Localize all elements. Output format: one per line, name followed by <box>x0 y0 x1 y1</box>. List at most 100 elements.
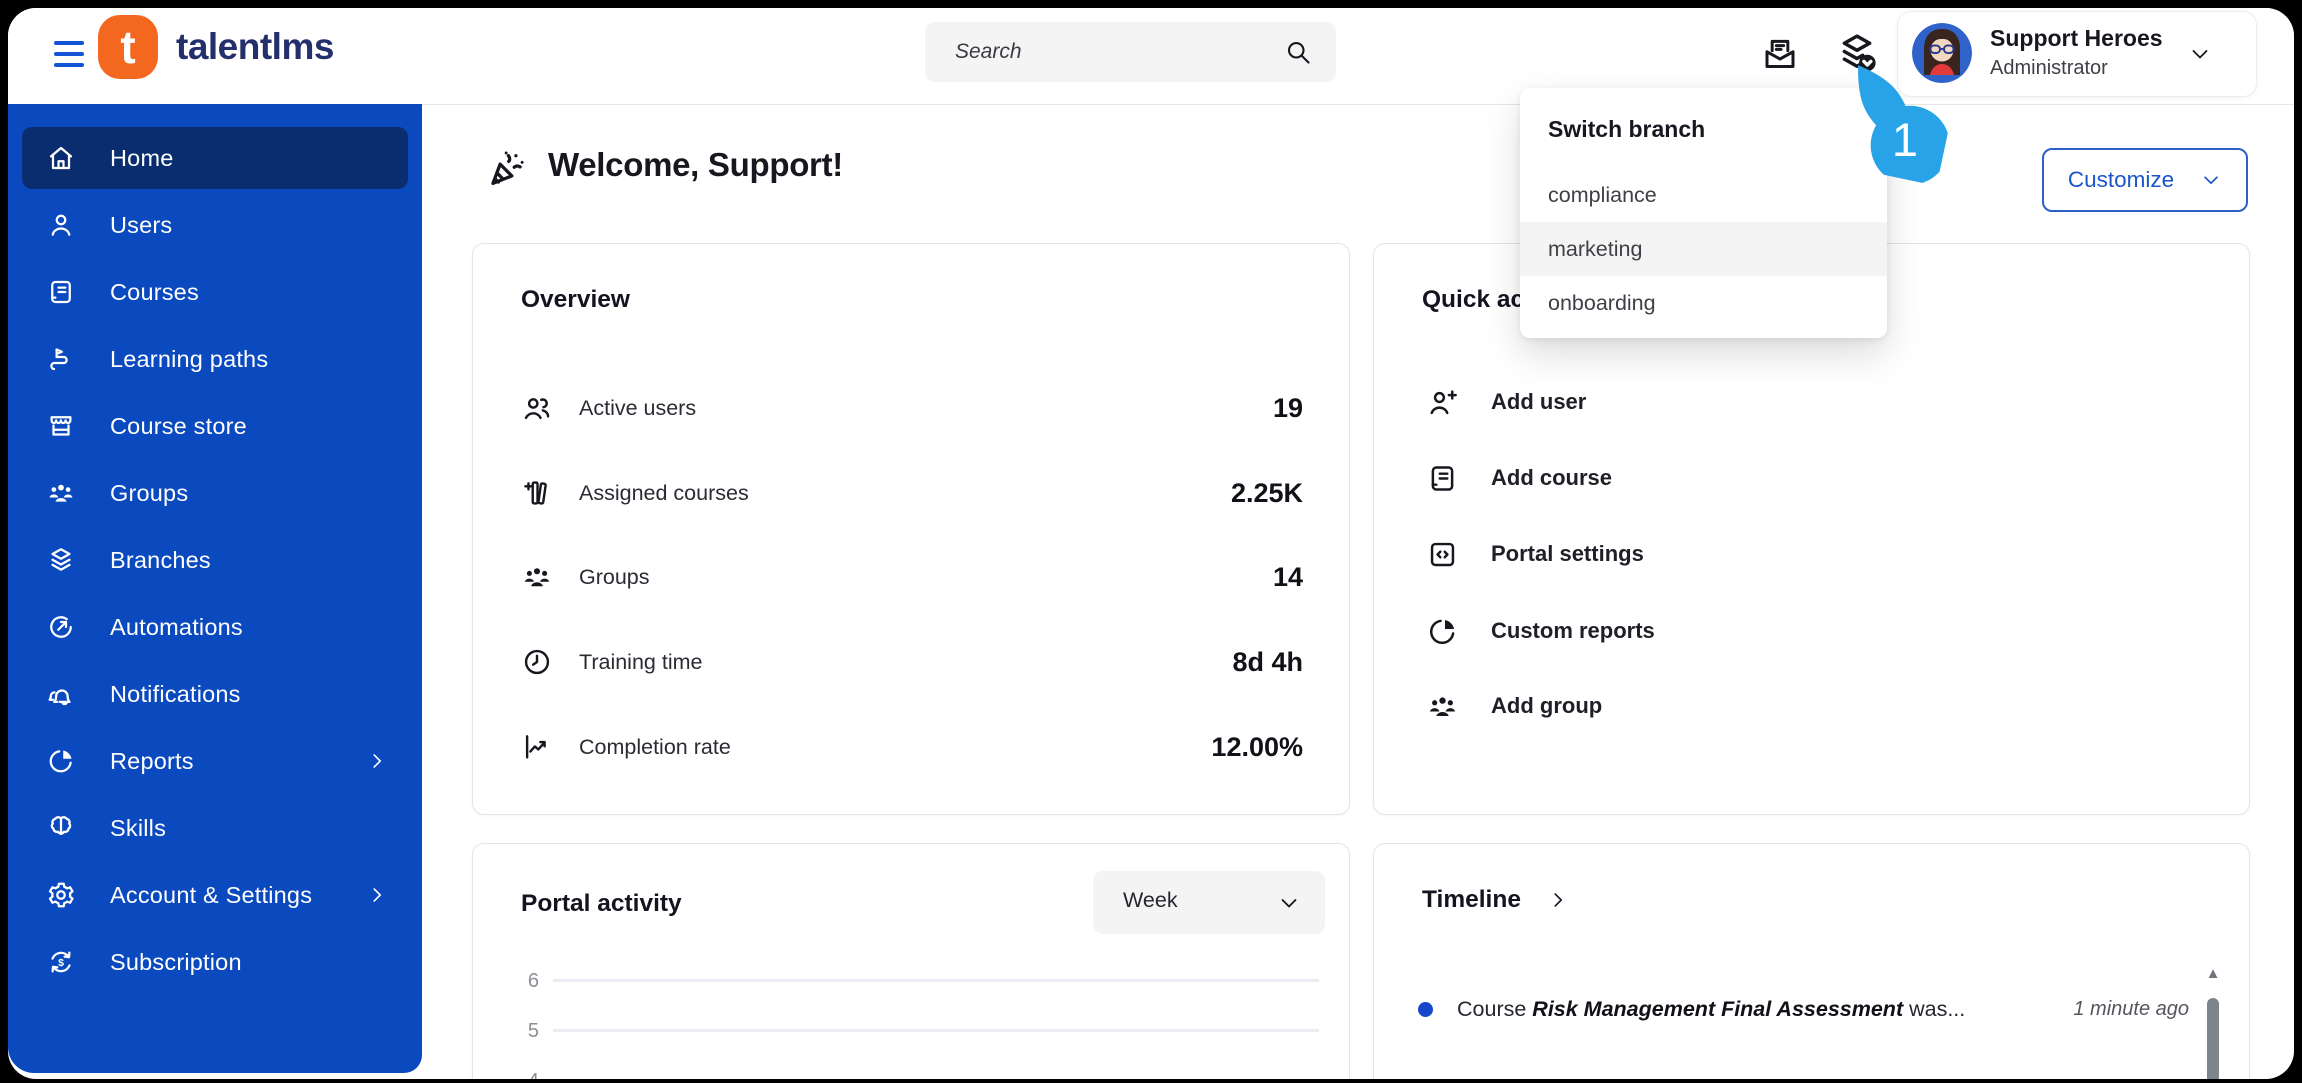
gridline <box>553 979 1319 982</box>
skills-icon <box>46 813 76 843</box>
sidebar-item-learning-paths[interactable]: Learning paths <box>22 328 408 390</box>
overview-card: Overview Active users 19 Assigned courses 2… <box>472 243 1350 815</box>
sidebar-item-notifications[interactable]: Notifications <box>22 663 408 725</box>
chevron-down-icon <box>2188 42 2212 66</box>
quick-action-label: Portal settings <box>1491 541 1644 566</box>
page-title: Welcome, Support! <box>548 146 843 183</box>
timeline-entry: Course Risk Management Final Assessment … <box>1418 989 2189 1029</box>
chevron-down-icon <box>1277 891 1301 915</box>
timeline-entry-text: Course Risk Management Final Assessment … <box>1457 997 1965 1022</box>
sidebar-item-reports[interactable]: Reports <box>22 730 408 792</box>
users-icon <box>46 210 76 240</box>
overview-row-training-time: Training time 8d 4h <box>521 642 1303 682</box>
avatar <box>1912 23 1972 83</box>
sidebar-item-label: Users <box>110 211 173 238</box>
activity-range-select[interactable]: Week <box>1093 871 1325 934</box>
learning-paths-icon <box>46 344 76 374</box>
overview-value: 12.00% <box>1211 731 1303 762</box>
chevron-right-icon[interactable] <box>1547 889 1569 911</box>
timeline-text-suffix: was... <box>1903 996 1966 1021</box>
course-store-icon <box>46 411 76 441</box>
chart-gridline-row: 5 <box>513 1018 1319 1044</box>
sidebar-nav: Home Users Courses Learning paths Course sto… <box>8 104 422 1073</box>
chart-y-tick: 4 <box>513 1068 539 1079</box>
overview-label: Active users <box>579 395 697 420</box>
annotation-step-number: 1 <box>1891 112 1919 166</box>
quick-action-add-user[interactable]: Add user <box>1426 382 1586 422</box>
quick-action-portal-settings[interactable]: Portal settings <box>1426 534 1644 574</box>
branch-menu-item-onboarding[interactable]: onboarding <box>1520 276 1887 330</box>
switch-branch-menu-title: Switch branch <box>1548 116 1706 142</box>
notifications-icon <box>46 679 76 709</box>
logo-text: talentlms <box>176 26 334 67</box>
sidebar-item-automations[interactable]: Automations <box>22 596 408 658</box>
logo-badge-icon: t <box>98 15 158 79</box>
sidebar-item-groups[interactable]: Groups <box>22 462 408 524</box>
profile-menu[interactable]: Support Heroes Administrator <box>1897 11 2257 97</box>
switch-branch-icon[interactable] <box>1834 30 1880 76</box>
settings-icon <box>46 880 76 910</box>
sidebar-item-account-settings[interactable]: Account & Settings <box>22 864 408 926</box>
top-bar: t talentlms Support Heroes Administrator <box>8 8 2294 105</box>
timeline-text-prefix: Course <box>1457 996 1533 1021</box>
sidebar-item-subscription[interactable]: $ Subscription <box>22 931 408 993</box>
quick-action-custom-reports[interactable]: Custom reports <box>1426 611 1655 651</box>
pie-icon <box>1426 615 1459 648</box>
portal-activity-title: Portal activity <box>521 890 682 917</box>
timeline-course-name: Risk Management Final Assessment <box>1532 996 1904 1021</box>
group-icon <box>1426 690 1459 723</box>
chevron-right-icon <box>366 884 388 906</box>
overview-label: Training time <box>579 649 703 674</box>
search-box <box>925 22 1336 82</box>
overview-row-groups: Groups 14 <box>521 557 1303 597</box>
sidebar-item-label: Branches <box>110 546 211 573</box>
clock-icon <box>521 646 553 678</box>
quick-action-label: Custom reports <box>1491 618 1655 643</box>
portal-activity-card: Portal activity Week 6 5 4 <box>472 843 1350 1079</box>
search-input[interactable] <box>925 22 1295 82</box>
timeline-card: Timeline Course Risk Management Final As… <box>1373 843 2250 1079</box>
chart-y-tick: 5 <box>527 1020 539 1042</box>
search-icon[interactable] <box>1284 38 1312 66</box>
chart-gridline-row: 6 <box>513 968 1319 994</box>
reports-icon <box>46 746 76 776</box>
quick-action-label: Add group <box>1491 693 1603 718</box>
sidebar-item-home[interactable]: Home <box>22 127 408 189</box>
quick-action-add-group[interactable]: Add group <box>1426 686 1602 726</box>
overview-row-active-users: Active users 19 <box>521 388 1303 428</box>
sidebar-item-label: Courses <box>110 278 199 305</box>
user-plus-icon <box>1426 386 1459 419</box>
chart-gridline-row: 4 <box>513 1068 1319 1079</box>
overview-label: Groups <box>579 564 650 589</box>
customize-label: Customize <box>2067 167 2175 192</box>
app-window: t talentlms Support Heroes Administrator… <box>8 8 2294 1079</box>
timeline-dot-icon <box>1418 1001 1433 1017</box>
messages-icon[interactable] <box>1760 34 1800 74</box>
home-icon <box>46 143 76 173</box>
subscription-icon: $ <box>46 947 76 977</box>
gridline <box>553 1029 1319 1032</box>
users-duo-icon <box>521 392 553 424</box>
quick-action-add-course[interactable]: Add course <box>1426 458 1612 498</box>
sidebar-item-branches[interactable]: Branches <box>22 529 408 591</box>
sidebar-item-skills[interactable]: Skills <box>22 797 408 859</box>
sidebar-item-users[interactable]: Users <box>22 194 408 256</box>
overview-value: 8d 4h <box>1232 646 1303 677</box>
sidebar-item-course-store[interactable]: Course store <box>22 395 408 457</box>
timeline-scrollbar[interactable]: ▲ <box>2203 962 2223 1079</box>
sidebar-item-label: Groups <box>110 479 189 506</box>
hamburger-menu-icon[interactable] <box>54 41 84 67</box>
profile-name: Support Heroes <box>1990 25 2163 51</box>
branch-menu-item-compliance[interactable]: compliance <box>1520 168 1887 222</box>
scrollbar-thumb[interactable] <box>2207 998 2219 1079</box>
branch-menu-item-marketing[interactable]: marketing <box>1520 222 1887 276</box>
scroll-up-icon[interactable]: ▲ <box>2203 962 2223 986</box>
courses-icon <box>46 277 76 307</box>
trend-icon <box>521 731 553 763</box>
overview-label: Assigned courses <box>579 480 749 505</box>
customize-button[interactable]: Customize <box>2042 148 2248 212</box>
sidebar-item-label: Skills <box>110 814 167 841</box>
app-logo[interactable]: t talentlms <box>98 15 334 79</box>
sidebar-item-label: Subscription <box>110 948 242 975</box>
sidebar-item-courses[interactable]: Courses <box>22 261 408 323</box>
